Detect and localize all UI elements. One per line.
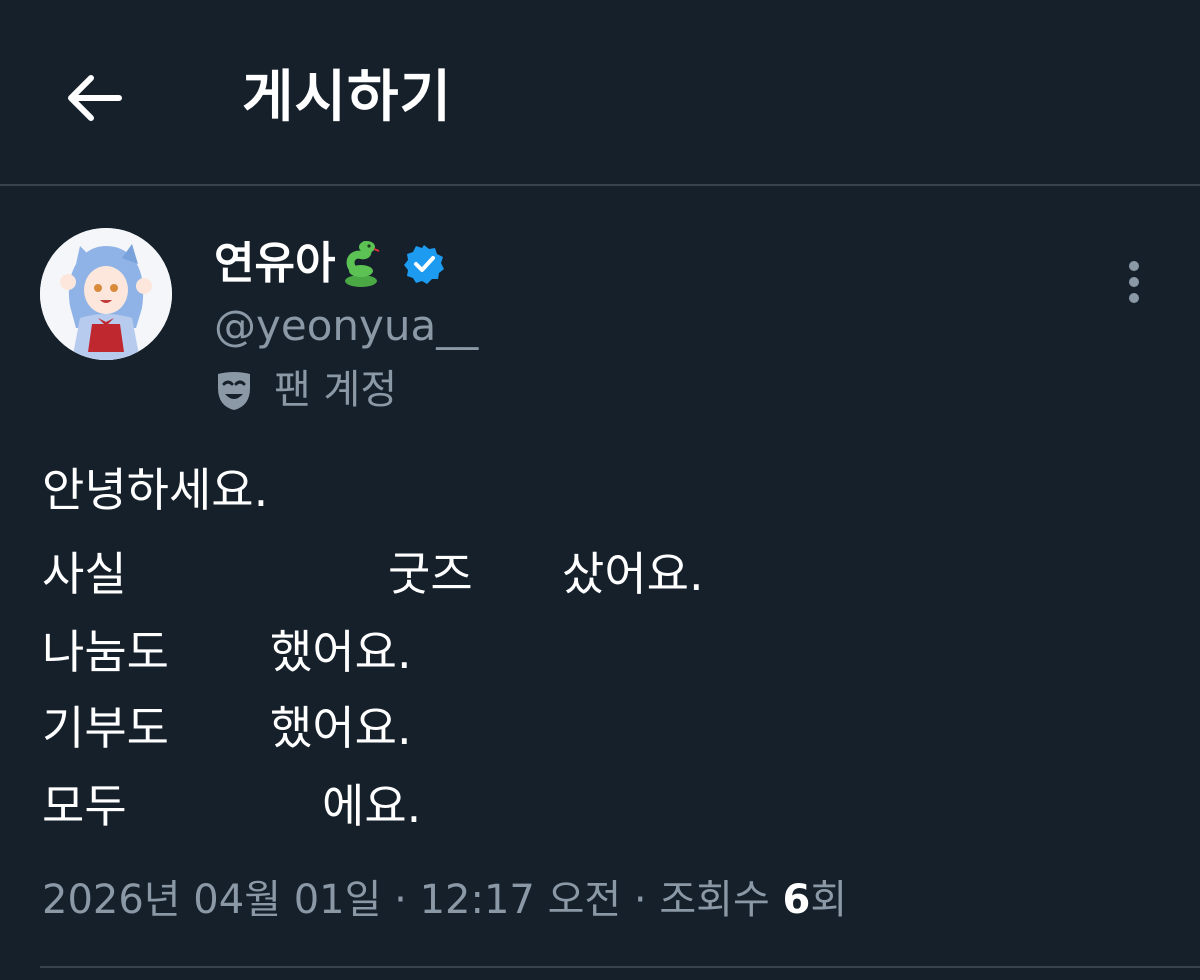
meta-separator: · [394, 877, 407, 923]
divider [40, 966, 1200, 968]
top-bar: 게시하기 [0, 0, 1200, 186]
author-name-row[interactable]: 연유아 [214, 236, 445, 292]
account-label: 팬 계정 [274, 367, 398, 413]
post-line-5-word-2: 에요. [322, 779, 422, 833]
theater-mask-icon [218, 372, 250, 410]
verified-badge-icon [404, 245, 445, 284]
post-meta: 2026년 04월 01일 · 12:17 오전 · 조회수 6회 [42, 870, 847, 930]
post-line-1-word-1: 안녕하세요. [42, 463, 269, 517]
more-options-button[interactable] [1112, 252, 1156, 312]
meta-separator: · [633, 877, 647, 923]
views-label: 조회수 [659, 877, 770, 923]
post-line-4-word-1: 기부도 [42, 701, 169, 755]
post-date[interactable]: 2026년 04월 01일 [42, 877, 381, 923]
arrow-left-icon [68, 75, 122, 121]
post-detail-page: 게시하기 연유아 @yeonyua__ 팬 계정 안녕하세요. 사실 굿즈 샀어… [0, 0, 1200, 980]
avatar[interactable] [40, 228, 172, 360]
post-line-3-word-1: 나눔도 [42, 625, 169, 679]
snake-icon [345, 241, 380, 287]
post-line-2-word-2: 굿즈 [388, 547, 473, 601]
page-title: 게시하기 [242, 65, 453, 130]
views-count: 6 [782, 877, 811, 923]
post-line-2-word-3: 샀어요. [562, 547, 704, 601]
post-time[interactable]: 12:17 오전 [420, 877, 622, 923]
author-handle[interactable]: @yeonyua__ [214, 298, 478, 354]
post-line-3-word-2: 했어요. [270, 625, 412, 679]
avatar-image [40, 228, 172, 360]
more-vertical-icon [1129, 261, 1139, 303]
post-line-5-word-1: 모두 [42, 779, 127, 833]
back-button[interactable] [58, 62, 130, 134]
views-suffix: 회 [810, 877, 848, 923]
account-label-row: 팬 계정 [212, 362, 397, 418]
post-line-2-word-1: 사실 [42, 547, 127, 601]
display-name: 연유아 [214, 238, 336, 289]
post-line-4-word-2: 했어요. [270, 701, 412, 755]
